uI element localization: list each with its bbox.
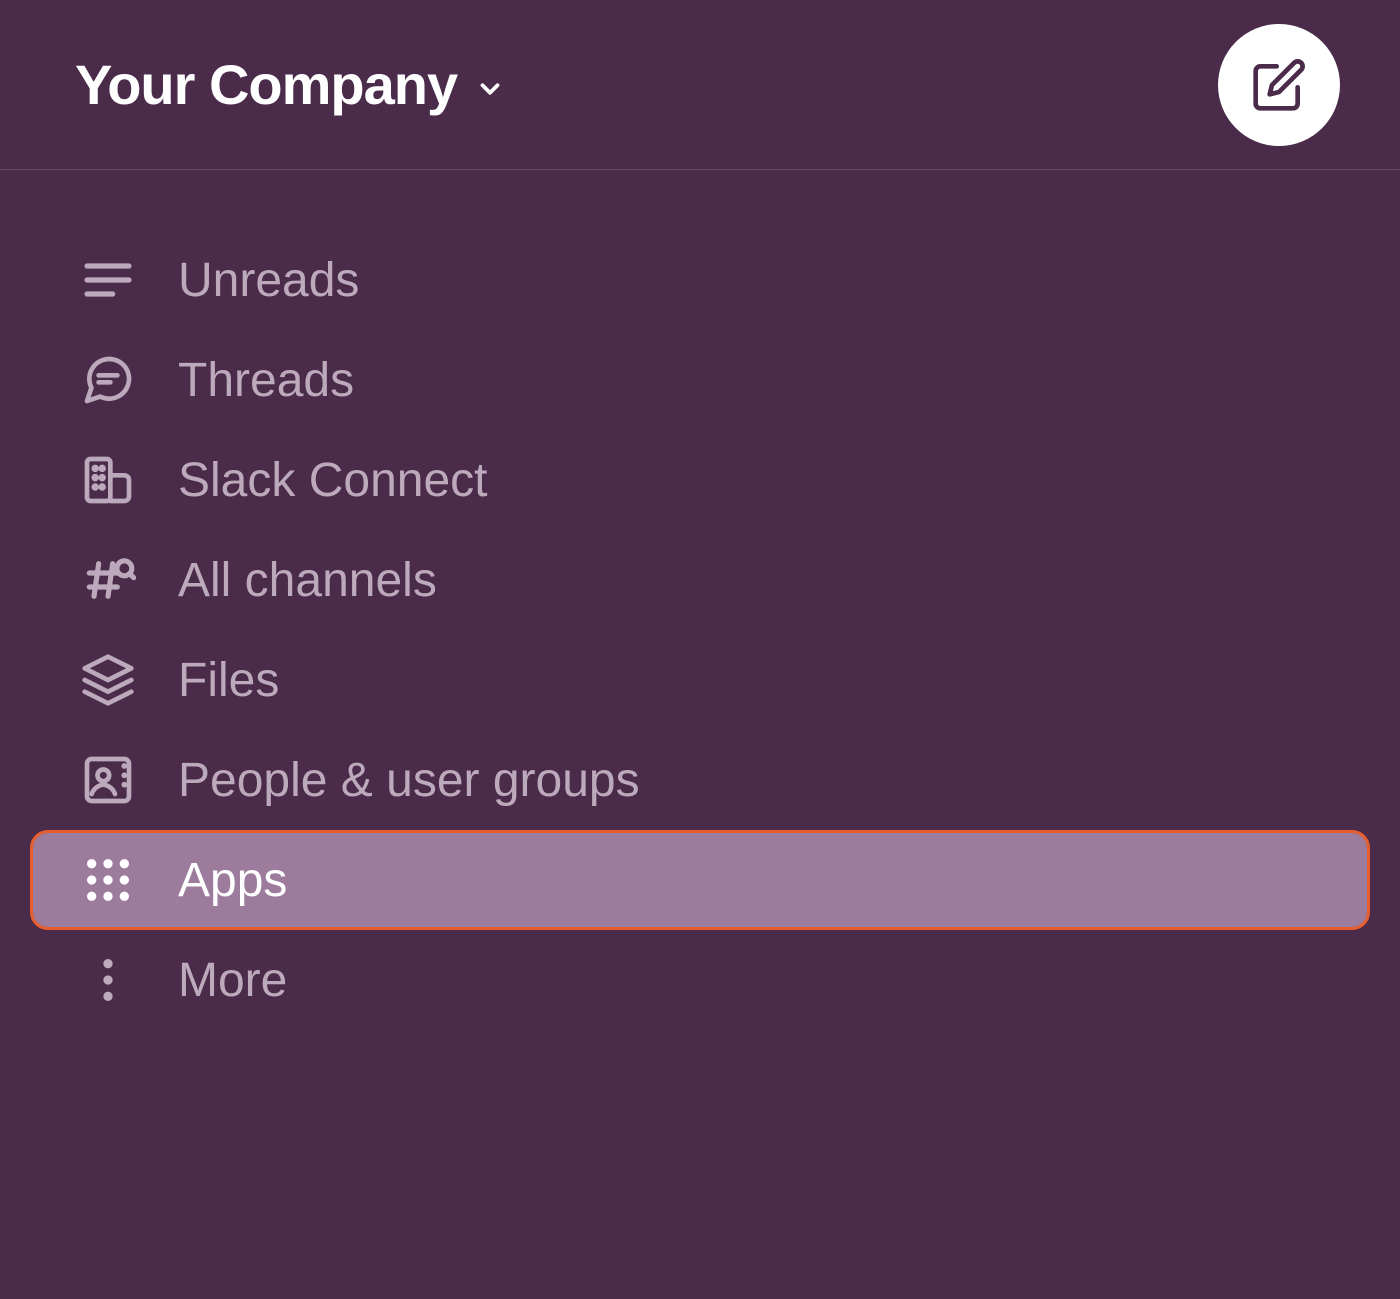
sidebar-item-label: Apps (178, 853, 287, 908)
sidebar-item-label: Files (178, 653, 279, 708)
slack-connect-icon (80, 452, 136, 508)
sidebar-item-more[interactable]: More (30, 930, 1370, 1030)
sidebar-nav: Unreads Threads Slack Connect (0, 170, 1400, 1030)
sidebar-header: Your Company (0, 0, 1400, 170)
more-icon (80, 952, 136, 1008)
sidebar-item-slack-connect[interactable]: Slack Connect (30, 430, 1370, 530)
compose-button[interactable] (1218, 24, 1340, 146)
sidebar-item-files[interactable]: Files (30, 630, 1370, 730)
unreads-icon (80, 252, 136, 308)
all-channels-icon (80, 552, 136, 608)
apps-icon (80, 852, 136, 908)
sidebar-item-label: Unreads (178, 253, 359, 308)
sidebar-item-label: More (178, 953, 287, 1008)
workspace-switcher[interactable]: Your Company (75, 52, 505, 117)
sidebar-item-label: Slack Connect (178, 453, 488, 508)
sidebar-item-unreads[interactable]: Unreads (30, 230, 1370, 330)
sidebar-item-apps[interactable]: Apps (30, 830, 1370, 930)
sidebar-item-label: People & user groups (178, 753, 640, 808)
sidebar-item-label: Threads (178, 353, 354, 408)
files-icon (80, 652, 136, 708)
chevron-down-icon (475, 74, 505, 104)
threads-icon (80, 352, 136, 408)
people-icon (80, 752, 136, 808)
sidebar-item-all-channels[interactable]: All channels (30, 530, 1370, 630)
workspace-name: Your Company (75, 52, 457, 117)
sidebar-item-label: All channels (178, 553, 437, 608)
sidebar-item-threads[interactable]: Threads (30, 330, 1370, 430)
compose-icon (1251, 57, 1307, 113)
sidebar-item-people[interactable]: People & user groups (30, 730, 1370, 830)
